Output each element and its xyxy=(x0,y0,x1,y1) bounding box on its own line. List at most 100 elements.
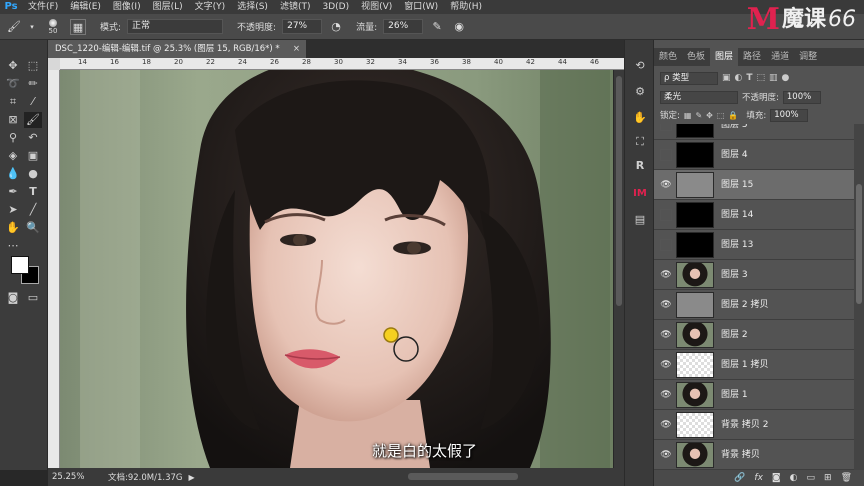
tab-adjustments[interactable]: 调整 xyxy=(794,48,822,66)
tab-swatches[interactable]: 色板 xyxy=(682,48,710,66)
filter-shape-icon[interactable]: ⬚ xyxy=(757,73,766,83)
visibility-eye-icon[interactable]: 👁 xyxy=(660,449,672,461)
line-tool-icon[interactable]: ╱ xyxy=(24,202,42,218)
lock-paint-icon[interactable]: ✎ xyxy=(695,111,702,120)
layer-row[interactable]: 👁 背景 拷贝 xyxy=(654,440,854,470)
menu-3d[interactable]: 3D(D) xyxy=(316,0,355,14)
group-icon[interactable]: ▭ xyxy=(807,473,816,483)
layer-thumbnail[interactable] xyxy=(676,172,714,198)
pressure-opacity-icon[interactable]: ◔ xyxy=(328,19,344,35)
adjustment-icon[interactable]: ◐ xyxy=(790,473,798,483)
menu-filter[interactable]: 滤镜(T) xyxy=(274,0,317,14)
layer-thumbnail[interactable] xyxy=(676,322,714,348)
brush-settings-panel-icon[interactable]: ✋ xyxy=(631,110,649,126)
layer-row[interactable]: 图层 4 xyxy=(654,140,854,170)
menu-window[interactable]: 窗口(W) xyxy=(398,0,444,14)
layer-thumbnail[interactable] xyxy=(676,202,714,228)
layer-row[interactable]: 👁 背景 拷贝 2 xyxy=(654,410,854,440)
tab-channels[interactable]: 通道 xyxy=(766,48,794,66)
layer-thumbnail[interactable] xyxy=(676,232,714,258)
hand-tool-icon[interactable]: ✋ xyxy=(4,220,22,236)
vertical-scroll-thumb[interactable] xyxy=(616,76,622,306)
opacity-field[interactable]: 27% xyxy=(282,19,323,34)
layer-opacity-field[interactable]: 100% xyxy=(782,90,821,104)
fill-field[interactable]: 100% xyxy=(770,108,809,122)
path-select-tool-icon[interactable]: ➤ xyxy=(4,202,22,218)
menu-edit[interactable]: 编辑(E) xyxy=(64,0,107,14)
tab-color[interactable]: 颜色 xyxy=(654,48,682,66)
brush-preset-picker[interactable]: 50 xyxy=(42,18,64,35)
layer-row[interactable]: 👁 图层 15 xyxy=(654,170,854,200)
layer-thumbnail[interactable] xyxy=(676,124,714,138)
retouch-plugin-icon[interactable]: R xyxy=(631,158,649,174)
layer-filter-select[interactable]: ρ 类型 xyxy=(660,71,718,85)
filter-toggle-icon[interactable]: ● xyxy=(782,73,790,83)
layers-scroll-thumb[interactable] xyxy=(856,184,862,304)
layer-row[interactable]: 图层 5 xyxy=(654,124,854,140)
screen-mode-icon[interactable]: ▭ xyxy=(24,290,42,306)
layer-thumbnail[interactable] xyxy=(676,352,714,378)
eyedropper-tool-icon[interactable]: ⁄ xyxy=(24,94,42,110)
tab-paths[interactable]: 路径 xyxy=(738,48,766,66)
layer-thumbnail[interactable] xyxy=(676,292,714,318)
layer-thumbnail[interactable] xyxy=(676,442,714,468)
menu-help[interactable]: 帮助(H) xyxy=(444,0,488,14)
pen-tool-icon[interactable]: ✒ xyxy=(4,184,22,200)
mode-select[interactable]: 正常 xyxy=(127,19,224,34)
lock-artboard-icon[interactable]: ⬚ xyxy=(717,111,725,120)
horizontal-scroll-thumb[interactable] xyxy=(408,473,518,480)
layer-thumbnail[interactable] xyxy=(676,142,714,168)
layer-row[interactable]: 👁 图层 2 拷贝 xyxy=(654,290,854,320)
visibility-eye-icon[interactable] xyxy=(660,209,672,221)
photoshop-logo[interactable]: Ps xyxy=(0,0,22,14)
visibility-eye-icon[interactable]: 👁 xyxy=(660,179,672,191)
visibility-eye-icon[interactable] xyxy=(660,239,672,251)
dodge-tool-icon[interactable]: ● xyxy=(24,166,42,182)
layer-thumbnail[interactable] xyxy=(676,382,714,408)
menu-file[interactable]: 文件(F) xyxy=(22,0,64,14)
quick-select-tool-icon[interactable]: ✏ xyxy=(24,76,42,92)
brush-tool-active-icon[interactable]: 🖌 xyxy=(24,112,42,128)
layers-scrollbar[interactable] xyxy=(854,124,864,470)
visibility-eye-icon[interactable]: 👁 xyxy=(660,419,672,431)
document-canvas[interactable] xyxy=(60,70,613,468)
lasso-tool-icon[interactable]: ➰ xyxy=(4,76,22,92)
zoom-tool-icon[interactable]: 🔍 xyxy=(24,220,42,236)
visibility-eye-icon[interactable]: 👁 xyxy=(660,329,672,341)
layer-row[interactable]: 👁 图层 2 xyxy=(654,320,854,350)
document-tab[interactable]: DSC_1220-编辑-编辑.tif @ 25.3% (图层 15, RGB/1… xyxy=(48,40,306,58)
lock-all-icon[interactable]: 🔒 xyxy=(728,111,738,120)
new-layer-icon[interactable]: ⊞ xyxy=(824,473,832,483)
crop-tool-icon[interactable]: ⌗ xyxy=(4,94,22,110)
pressure-size-icon[interactable]: ◉ xyxy=(451,19,467,35)
close-icon[interactable]: × xyxy=(293,40,300,58)
filter-pixel-icon[interactable]: ▣ xyxy=(722,73,731,83)
canvas-vertical-scrollbar[interactable] xyxy=(614,70,624,468)
clone-source-panel-icon[interactable]: ⛶ xyxy=(631,134,649,150)
mask-icon[interactable]: ◙ xyxy=(772,473,781,483)
eraser-tool-icon[interactable]: ◈ xyxy=(4,148,22,164)
history-panel-icon[interactable]: ⟲ xyxy=(631,58,649,74)
menu-view[interactable]: 视图(V) xyxy=(355,0,398,14)
lock-position-icon[interactable]: ✥ xyxy=(706,111,713,120)
fx-icon[interactable]: fx xyxy=(754,473,763,483)
menu-select[interactable]: 选择(S) xyxy=(231,0,274,14)
menu-layer[interactable]: 图层(L) xyxy=(147,0,189,14)
lock-pixels-icon[interactable]: ▦ xyxy=(684,111,692,120)
more-tools-icon[interactable]: ⋯ xyxy=(4,238,22,254)
layer-row[interactable]: 图层 14 xyxy=(654,200,854,230)
visibility-eye-icon[interactable]: 👁 xyxy=(660,299,672,311)
layer-thumbnail[interactable] xyxy=(676,262,714,288)
properties-panel-icon[interactable]: ⚙ xyxy=(631,84,649,100)
move-tool-icon[interactable]: ✥ xyxy=(4,58,22,74)
clone-stamp-tool-icon[interactable]: ⚲ xyxy=(4,130,22,146)
history-brush-tool-icon[interactable]: ↶ xyxy=(24,130,42,146)
info-arrow-icon[interactable]: ▶ xyxy=(189,473,195,482)
blur-tool-icon[interactable]: 💧 xyxy=(4,166,22,182)
layer-row[interactable]: 👁 图层 3 xyxy=(654,260,854,290)
filter-adjustment-icon[interactable]: ◐ xyxy=(735,73,743,83)
visibility-eye-icon[interactable] xyxy=(660,124,672,131)
tab-layers[interactable]: 图层 xyxy=(710,48,739,66)
trash-icon[interactable]: 🗑 xyxy=(841,473,852,483)
menu-type[interactable]: 文字(Y) xyxy=(189,0,232,14)
